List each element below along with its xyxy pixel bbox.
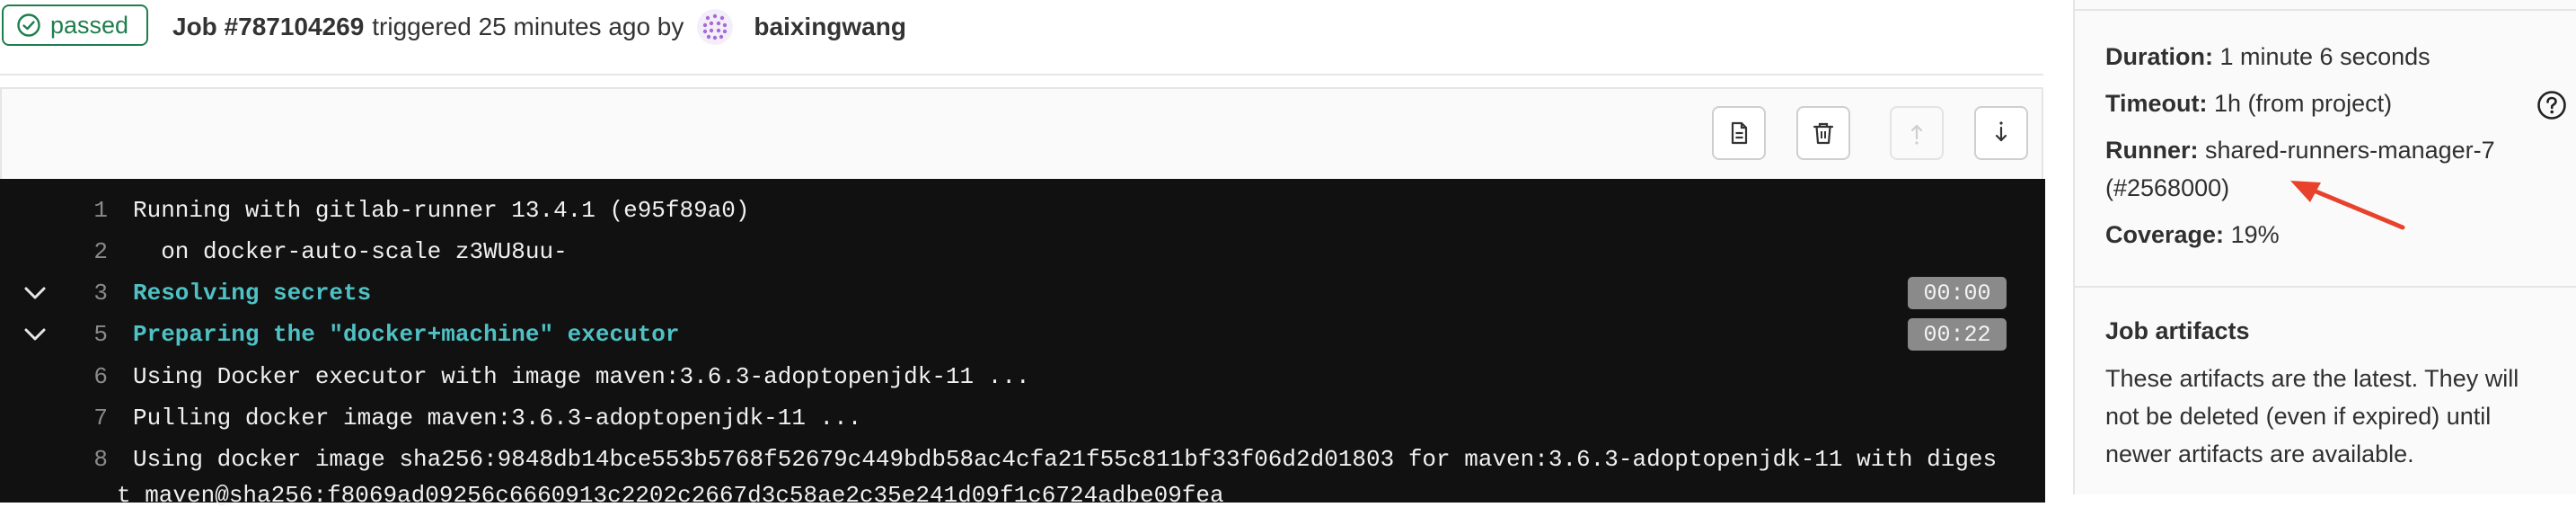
artifacts-heading: Job artifacts <box>2105 317 2250 344</box>
line-number: 5 <box>93 321 108 348</box>
log-output: 1 Running with gitlab-runner 13.4.1 (e95… <box>0 179 2045 509</box>
question-circle-icon[interactable] <box>2536 90 2567 120</box>
job-sidebar: Duration: 1 minute 6 seconds Timeout: 1h… <box>2073 0 2576 494</box>
scroll-to-bottom-button[interactable] <box>1974 106 2028 160</box>
duration-value: 1 minute 6 seconds <box>2219 43 2430 70</box>
runner-row: Runner: shared-runners-manager-7 <box>2105 137 2495 165</box>
coverage-label: Coverage: <box>2105 221 2225 248</box>
timeout-value: 1h (from project) <box>2214 90 2393 117</box>
section-title: Resolving secrets <box>133 280 372 307</box>
sidebar-divider <box>2075 286 2576 288</box>
job-log-panel: 1 Running with gitlab-runner 13.4.1 (e95… <box>0 87 2045 509</box>
runner-label: Runner: <box>2105 137 2199 164</box>
section-duration-badge: 00:00 <box>1908 277 2007 309</box>
line-number: 7 <box>93 405 108 431</box>
runner-value: shared-runners-manager-7 <box>2205 137 2495 164</box>
log-line: 1 Running with gitlab-runner 13.4.1 (e95… <box>0 190 2045 231</box>
log-line: 6 Using Docker executor with image maven… <box>0 356 2045 397</box>
status-text: passed <box>50 11 129 39</box>
section-duration-badge: 00:22 <box>1908 318 2007 351</box>
log-line: 7 Pulling docker image maven:3.6.3-adopt… <box>0 397 2045 439</box>
log-text: on docker-auto-scale z3WU8uu- <box>133 238 568 265</box>
runner-id: (#2568000) <box>2105 174 2230 201</box>
chevron-down-icon[interactable] <box>22 321 49 348</box>
sidebar-top-divider <box>2075 9 2576 11</box>
line-number: 3 <box>93 280 108 307</box>
log-toolbar <box>2 89 2042 179</box>
job-title: Job #787104269 triggered 25 minutes ago … <box>172 8 906 46</box>
line-number: 8 <box>93 446 108 473</box>
section-title: Preparing the "docker+machine" executor <box>133 321 680 348</box>
log-line: t maven@sha256:f8069ad09256c6660913c2202… <box>0 475 2045 516</box>
job-id: Job #787104269 <box>172 13 365 40</box>
triggered-text: triggered 25 minutes ago by <box>372 13 684 40</box>
log-text: t maven@sha256:f8069ad09256c6660913c2202… <box>117 482 1224 509</box>
log-text: Using Docker executor with image maven:3… <box>133 363 1030 390</box>
log-text: Running with gitlab-runner 13.4.1 (e95f8… <box>133 197 750 224</box>
chevron-down-icon[interactable] <box>22 280 49 307</box>
check-circle-icon <box>17 13 40 37</box>
line-number: 2 <box>93 238 108 265</box>
coverage-value: 19% <box>2230 221 2280 248</box>
arrow-down-icon <box>1995 121 2007 142</box>
line-number: 1 <box>93 197 108 224</box>
trash-icon <box>1813 122 1834 145</box>
line-number: 6 <box>93 363 108 390</box>
status-badge[interactable]: passed <box>2 4 149 46</box>
annotation-arrow <box>2290 181 2405 230</box>
log-section-header[interactable]: 5 Preparing the "docker+machine" executo… <box>0 314 2045 355</box>
arrow-up-icon <box>1910 124 1923 145</box>
job-header: passed Job #787104269 triggered 25 minut… <box>0 0 2043 76</box>
log-text: Using docker image sha256:9848db14bce553… <box>133 446 1998 473</box>
log-section-header[interactable]: 3 Resolving secrets 00:00 <box>0 272 2045 314</box>
coverage-row: Coverage: 19% <box>2105 221 2280 249</box>
duration-label: Duration: <box>2105 43 2213 70</box>
artifacts-text-line: newer artifacts are available. <box>2105 440 2414 467</box>
log-line: 2 on docker-auto-scale z3WU8uu- <box>0 231 2045 272</box>
artifacts-description: These artifacts are the latest. They wil… <box>2105 360 2563 473</box>
show-raw-button[interactable] <box>1712 106 1766 160</box>
erase-log-button[interactable] <box>1796 106 1850 160</box>
duration-row: Duration: 1 minute 6 seconds <box>2105 43 2430 71</box>
timeout-row: Timeout: 1h (from project) <box>2105 90 2392 118</box>
artifacts-text-line: These artifacts are the latest. They wil… <box>2105 365 2519 392</box>
artifacts-text-line: not be deleted (even if expired) until <box>2105 403 2492 430</box>
scroll-to-top-button[interactable] <box>1890 106 1944 160</box>
timeout-label: Timeout: <box>2105 90 2208 117</box>
log-text: Pulling docker image maven:3.6.3-adoptop… <box>133 405 862 431</box>
user-link[interactable]: baixingwang <box>754 13 906 41</box>
avatar[interactable] <box>696 8 734 46</box>
file-text-icon <box>1731 121 1748 145</box>
